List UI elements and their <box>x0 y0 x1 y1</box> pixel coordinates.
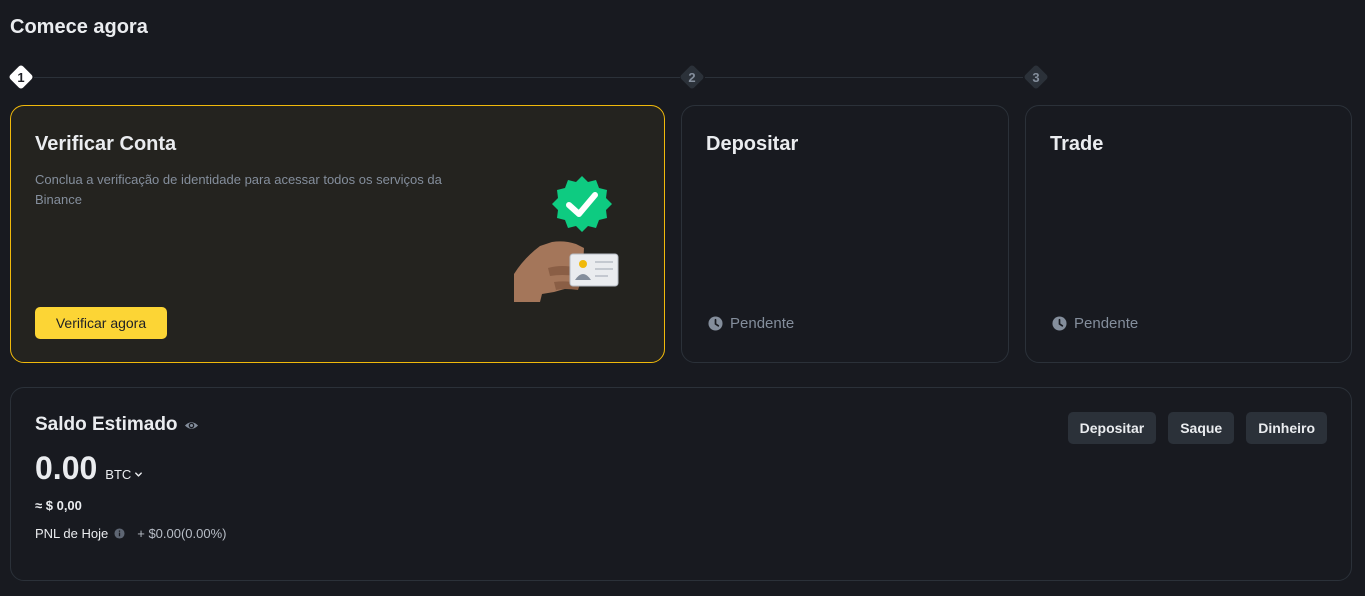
balance-title: Saldo Estimado <box>35 414 199 436</box>
card-description: Conclua a verificação de identidade para… <box>35 172 442 207</box>
deposit-button[interactable]: Depositar <box>1067 412 1157 444</box>
cash-button[interactable]: Dinheiro <box>1246 412 1327 444</box>
currency-selector[interactable]: BTC <box>105 467 143 482</box>
verify-now-button[interactable]: Verificar agora <box>35 307 167 339</box>
step-connector <box>34 77 680 78</box>
status-pending: Pendente <box>708 315 794 332</box>
id-card-icon <box>569 253 619 287</box>
info-icon[interactable] <box>114 528 125 539</box>
balance-actions: Depositar Saque Dinheiro <box>1067 412 1327 444</box>
clock-icon <box>708 316 723 331</box>
balance-title-label: Saldo Estimado <box>35 414 178 435</box>
pnl-row: PNL de Hoje + $0.00(0.00%) <box>35 526 227 541</box>
trade-card: Trade Pendente <box>1025 105 1352 363</box>
status-label: Pendente <box>1074 315 1139 332</box>
status-pending: Pendente <box>1052 315 1138 332</box>
step-marker-3: 3 <box>1023 64 1049 90</box>
step-number: 3 <box>1032 69 1040 85</box>
section-title: Comece agora <box>10 16 148 38</box>
page: Comece agora 1 2 3 Verificar Conta Concl… <box>0 0 1365 596</box>
clock-icon <box>1052 316 1067 331</box>
withdraw-button[interactable]: Saque <box>1168 412 1235 444</box>
step-marker-1: 1 <box>8 64 34 90</box>
verified-badge-icon <box>552 176 612 232</box>
balance-value: 0.00 <box>35 450 98 486</box>
deposit-card: Depositar Pendente <box>681 105 1009 363</box>
step-marker-2: 2 <box>679 64 705 90</box>
balance-amount: 0.00 BTC <box>35 450 143 487</box>
card-title: Depositar <box>706 133 799 155</box>
currency-label: BTC <box>105 467 132 482</box>
card-title: Trade <box>1050 133 1104 155</box>
step-number: 2 <box>688 69 696 85</box>
step-number: 1 <box>17 69 25 85</box>
status-label: Pendente <box>730 315 795 332</box>
pnl-value: + $0.00(0.00%) <box>137 526 227 541</box>
balance-fiat-value: ≈ $ 0,00 <box>35 498 82 513</box>
card-title: Verificar Conta <box>35 133 177 155</box>
estimated-balance-card: Saldo Estimado 0.00 BTC ≈ $ 0,00 PNL de … <box>10 387 1352 581</box>
chevron-down-icon <box>135 472 143 477</box>
id-verification-illustration <box>504 176 624 311</box>
step-connector <box>705 77 1023 78</box>
pnl-label: PNL de Hoje <box>35 526 109 541</box>
eye-icon[interactable] <box>184 418 199 433</box>
verify-account-card: Verificar Conta Conclua a verificação de… <box>10 105 665 363</box>
